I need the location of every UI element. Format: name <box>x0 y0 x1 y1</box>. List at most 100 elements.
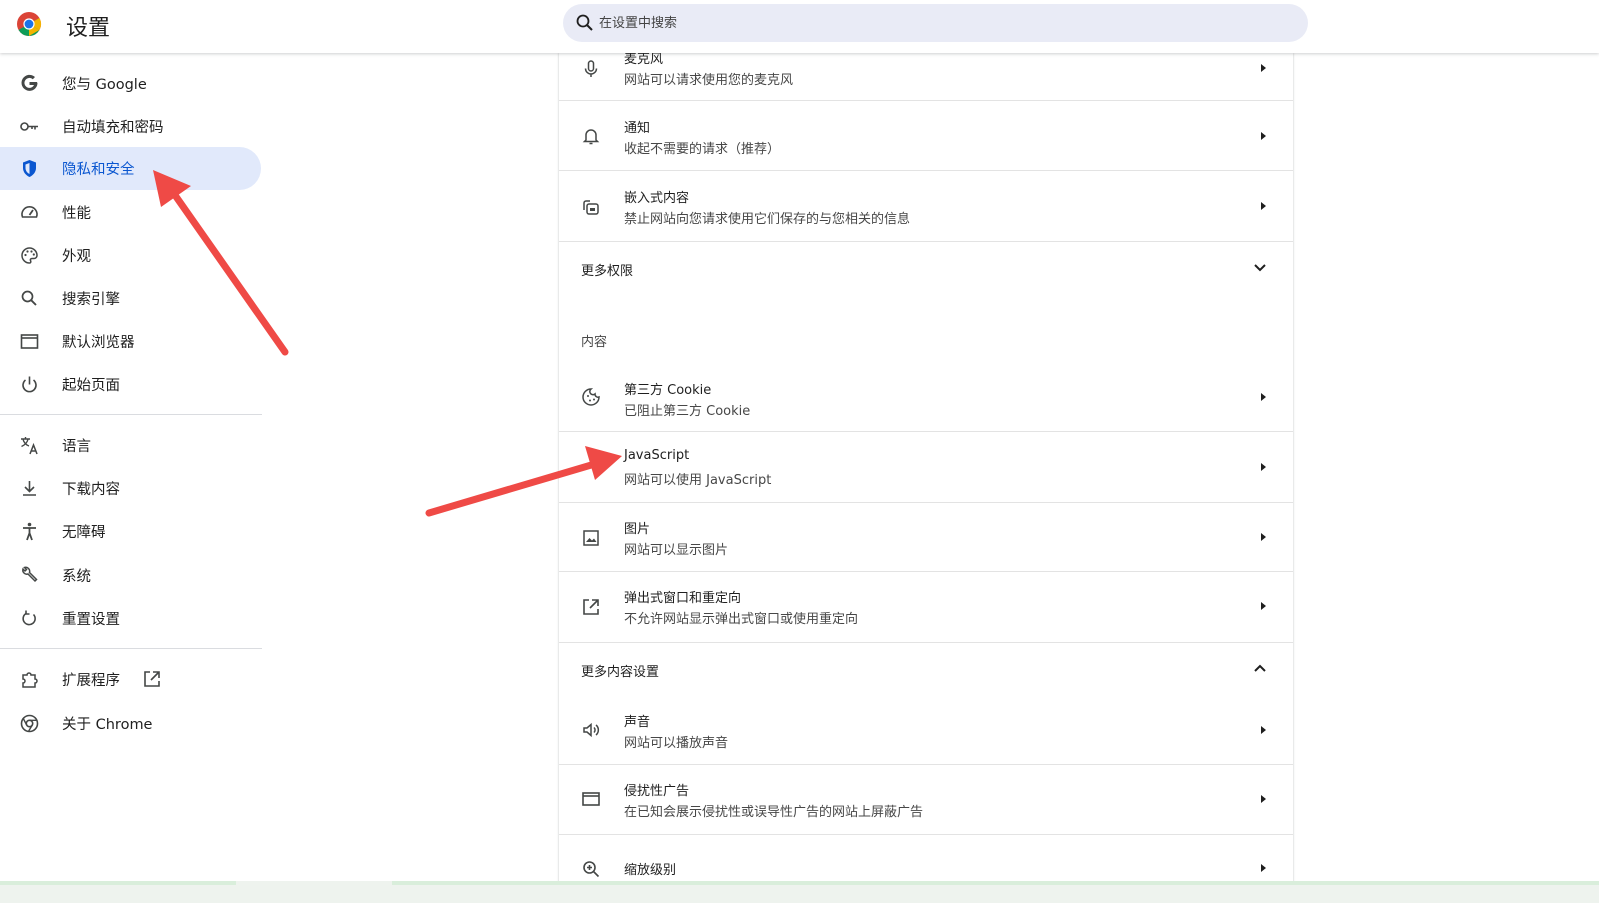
puzzle-icon <box>22 672 38 688</box>
sidebar-item-label: 性能 <box>62 206 91 222</box>
arrow-right-icon <box>1261 132 1266 140</box>
sidebar-item-search-engine[interactable]: 搜索引擎 <box>0 277 261 320</box>
settings-search[interactable] <box>563 4 1308 42</box>
sidebar-item-autofill[interactable]: 自动填充和密码 <box>0 105 261 148</box>
chrome-logo-icon <box>17 12 42 36</box>
section-label-content: 内容 <box>581 335 608 350</box>
palette-icon <box>21 247 38 264</box>
sidebar-item-label: 关于 Chrome <box>62 717 153 733</box>
sidebar-item-default-browser[interactable]: 默认浏览器 <box>0 320 261 363</box>
row-subtitle: 在已知会展示侵扰性或误导性广告的网站上屏蔽广告 <box>624 805 924 820</box>
wrench-icon <box>22 566 38 583</box>
volume-icon <box>583 722 600 738</box>
search-icon <box>21 290 37 306</box>
sidebar-item-label: 系统 <box>62 569 91 585</box>
sidebar-item-label: 隐私和安全 <box>62 162 135 178</box>
sidebar-item-label: 自动填充和密码 <box>62 120 164 136</box>
arrow-right-icon <box>1261 864 1266 872</box>
setting-row-sound[interactable]: 声音 网站可以播放声音 <box>559 695 1293 765</box>
row-title: 嵌入式内容 <box>624 191 690 206</box>
more-content-settings-toggle[interactable]: 更多内容设置 <box>559 643 1293 695</box>
row-subtitle: 网站可以播放声音 <box>624 736 729 751</box>
sidebar-item-label: 扩展程序 <box>62 673 120 689</box>
sidebar-item-privacy[interactable]: 隐私和安全 <box>0 147 261 190</box>
sidebar-item-system[interactable]: 系统 <box>0 554 261 597</box>
row-subtitle: 网站可以使用 JavaScript <box>624 473 772 488</box>
bottom-strip-segment <box>0 881 236 885</box>
setting-row-notifications[interactable]: 通知 收起不需要的请求（推荐） <box>559 101 1293 171</box>
more-permissions-toggle[interactable]: 更多权限 <box>559 242 1293 294</box>
sidebar-item-accessibility[interactable]: 无障碍 <box>0 510 261 553</box>
key-icon <box>20 122 38 131</box>
section-title: 更多内容设置 <box>581 665 660 680</box>
speedometer-icon <box>21 206 38 218</box>
row-title: 弹出式窗口和重定向 <box>624 591 742 606</box>
arrow-right-icon <box>1261 795 1266 803</box>
sidebar-item-label: 外观 <box>62 249 91 265</box>
page-title: 设置 <box>66 16 111 41</box>
setting-row-microphone[interactable]: 麦克风 网站可以请求使用您的麦克风 <box>559 53 1293 101</box>
sidebar-item-label: 您与 Google <box>62 77 147 93</box>
open-in-new-icon <box>583 599 599 615</box>
arrow-right-icon <box>1261 463 1266 471</box>
bottom-strip-segment <box>392 881 1599 885</box>
row-title: 缩放级别 <box>624 863 677 878</box>
arrow-right-icon <box>1261 393 1266 401</box>
zoom-icon <box>583 861 600 878</box>
sidebar-item-appearance[interactable]: 外观 <box>0 234 261 277</box>
setting-row-images[interactable]: 图片 网站可以显示图片 <box>559 503 1293 572</box>
chevron-up-icon <box>1254 664 1266 672</box>
settings-card: 麦克风 网站可以请求使用您的麦克风 通知 收起不需要的请求（推荐） 嵌入式内容 … <box>559 53 1293 903</box>
ads-window-icon <box>582 792 600 806</box>
reset-icon <box>22 610 36 626</box>
search-icon <box>576 14 593 31</box>
sidebar-item-downloads[interactable]: 下载内容 <box>0 467 261 510</box>
row-subtitle: 网站可以显示图片 <box>624 543 729 558</box>
sidebar-item-performance[interactable]: 性能 <box>0 191 261 234</box>
row-title: 通知 <box>624 121 651 136</box>
row-title: 第三方 Cookie <box>624 383 712 398</box>
embedded-content-icon <box>583 200 599 215</box>
sidebar-item-label: 下载内容 <box>62 482 120 498</box>
sidebar-item-about-chrome[interactable]: 关于 Chrome <box>0 702 261 745</box>
translate-icon <box>21 437 38 455</box>
row-title: 侵扰性广告 <box>624 784 690 799</box>
row-title: JavaScript <box>624 448 690 463</box>
sidebar-item-extensions[interactable]: 扩展程序 <box>0 658 261 701</box>
sidebar-item-languages[interactable]: 语言 <box>0 424 261 467</box>
sidebar-item-label: 语言 <box>62 439 91 455</box>
row-title: 图片 <box>624 522 651 537</box>
bell-icon <box>582 129 600 145</box>
accessibility-icon <box>23 522 36 541</box>
sidebar-item-you-and-google[interactable]: 您与 Google <box>0 62 261 105</box>
setting-row-javascript[interactable]: JavaScript 网站可以使用 JavaScript <box>559 432 1293 503</box>
arrow-right-icon <box>1261 202 1266 210</box>
row-subtitle: 收起不需要的请求（推荐） <box>624 142 781 157</box>
row-subtitle: 已阻止第三方 Cookie <box>624 404 751 419</box>
arrow-right-icon <box>1261 64 1266 72</box>
download-icon <box>23 481 36 496</box>
google-g-icon <box>21 74 38 91</box>
setting-row-embedded-content[interactable]: 嵌入式内容 禁止网站向您请求使用它们保存的与您相关的信息 <box>559 171 1293 242</box>
sidebar-item-reset[interactable]: 重置设置 <box>0 597 261 640</box>
row-title: 麦克风 <box>624 53 664 67</box>
sidebar: 您与 Google 自动填充和密码 隐私和安全 性能 外观 搜索引擎 默认浏览器… <box>0 53 270 903</box>
arrow-right-icon <box>1261 533 1266 541</box>
search-input[interactable] <box>599 4 1279 42</box>
setting-row-third-party-cookies[interactable]: 第三方 Cookie 已阻止第三方 Cookie <box>559 363 1293 432</box>
shield-icon <box>23 160 36 177</box>
chrome-icon <box>20 714 39 733</box>
row-subtitle: 不允许网站显示弹出式窗口或使用重定向 <box>624 612 859 627</box>
sidebar-item-label: 起始页面 <box>62 378 120 394</box>
sidebar-item-on-startup[interactable]: 起始页面 <box>0 363 261 406</box>
bottom-strip <box>0 881 1599 903</box>
row-subtitle: 禁止网站向您请求使用它们保存的与您相关的信息 <box>624 212 911 227</box>
section-title: 更多权限 <box>581 264 634 279</box>
top-bar: 设置 <box>0 0 1599 53</box>
setting-row-popups[interactable]: 弹出式窗口和重定向 不允许网站显示弹出式窗口或使用重定向 <box>559 572 1293 643</box>
cookie-icon <box>582 388 600 406</box>
open-in-new-icon[interactable] <box>142 669 162 689</box>
microphone-icon <box>584 60 598 77</box>
setting-row-intrusive-ads[interactable]: 侵扰性广告 在已知会展示侵扰性或误导性广告的网站上屏蔽广告 <box>559 765 1293 835</box>
arrow-right-icon <box>1261 726 1266 734</box>
